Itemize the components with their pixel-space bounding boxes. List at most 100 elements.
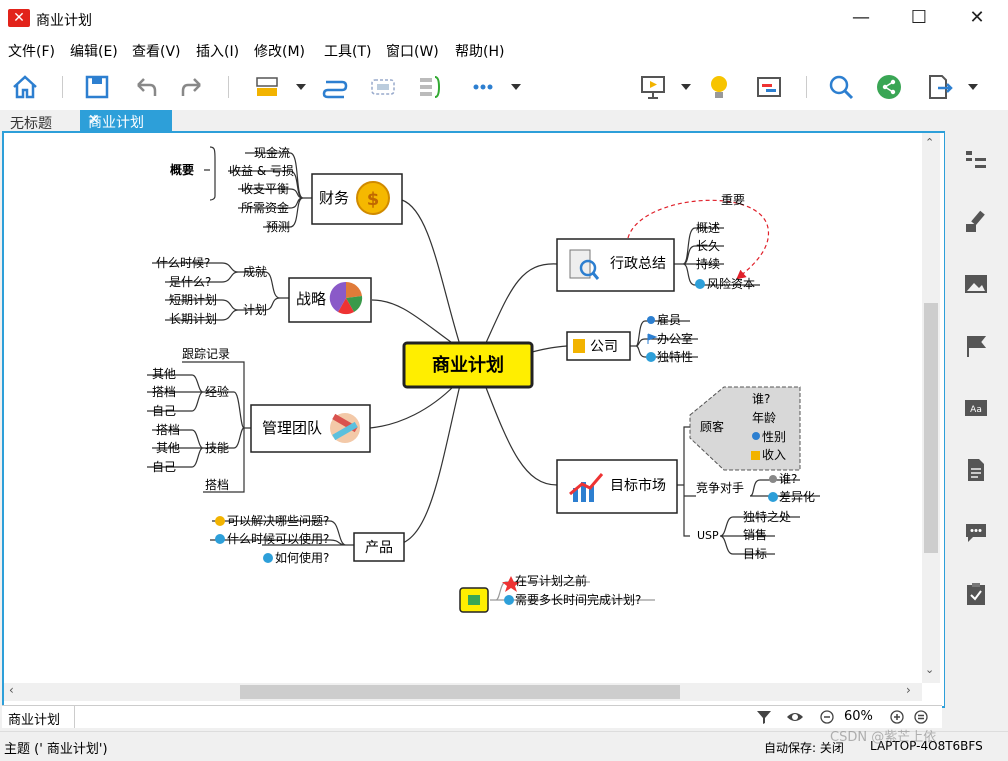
flag-icon[interactable]	[963, 333, 989, 359]
horizontal-scrollbar[interactable]: ‹ ›	[4, 683, 922, 701]
menu-tools[interactable]: 工具(T)	[324, 41, 371, 61]
outline-icon[interactable]	[963, 147, 989, 173]
subtopic: 其他	[152, 367, 176, 381]
vertical-scrollbar[interactable]: ⌃ ⌄	[922, 133, 940, 683]
maximize-button[interactable]: ☐	[890, 0, 948, 36]
minimize-button[interactable]: —	[832, 0, 890, 36]
mindmap-svg[interactable]: 商业计划 财务 $ 战略 管理团队 产品 行政总结 公司 目标市场 现金流 收益…	[4, 133, 922, 683]
image-icon[interactable]	[963, 271, 989, 297]
scroll-down-icon[interactable]: ⌄	[925, 663, 934, 676]
text-style-icon[interactable]: Aa	[963, 395, 989, 421]
xmind-logo-icon: ✕	[8, 9, 30, 27]
menu-help[interactable]: 帮助(H)	[455, 41, 504, 61]
topic-team: 管理团队	[262, 419, 322, 437]
subtopic: 竞争对手	[696, 481, 744, 495]
subtopic: 性别	[762, 430, 786, 444]
scroll-right-icon[interactable]: ›	[906, 683, 911, 697]
subtopic: 什么时候可以使用?	[227, 531, 329, 546]
subtopic: USP	[697, 529, 719, 542]
subtopic: 现金流	[254, 145, 290, 160]
save-icon[interactable]	[82, 72, 112, 102]
tab-business-plan[interactable]: 商业计划 ✕	[80, 110, 172, 132]
subtopic: 短期计划	[169, 293, 217, 307]
chevron-down-icon[interactable]	[968, 84, 978, 90]
subtopic: 搭档	[156, 423, 180, 437]
menu-view[interactable]: 查看(V)	[132, 41, 181, 61]
subtopic: 雇员	[657, 312, 681, 327]
sheet-name[interactable]: 商业计划	[8, 709, 60, 728]
menu-window[interactable]: 窗口(W)	[386, 41, 439, 61]
topic-finance: 财务	[319, 189, 349, 207]
subtopic: 独特之处	[743, 509, 791, 524]
side-panel: Aa	[945, 131, 1008, 731]
subtopic: 搭档	[205, 478, 229, 492]
chevron-down-icon[interactable]	[511, 84, 521, 90]
toolbar-separator	[62, 76, 63, 98]
subtopic: 如何使用?	[275, 550, 329, 565]
subtopic: 差异化	[779, 490, 815, 504]
menu-file[interactable]: 文件(F)	[8, 41, 55, 61]
scroll-left-icon[interactable]: ‹	[9, 683, 14, 697]
scroll-up-icon[interactable]: ⌃	[925, 136, 934, 149]
zoom-in-icon[interactable]	[890, 710, 904, 724]
subtopic: 什么时候?	[156, 256, 210, 270]
home-icon[interactable]	[10, 72, 40, 102]
undo-icon[interactable]	[130, 72, 160, 102]
dollar-sign-icon: $	[367, 189, 380, 210]
title-bar: ✕ 商业计划 — ☐ ✕	[0, 0, 1008, 36]
watermark: CSDN @紫芒上依	[830, 730, 937, 745]
redo-icon[interactable]	[178, 72, 208, 102]
zoom-out-icon[interactable]	[820, 710, 834, 724]
status-bar: 主题 (' 商业计划') 自动保存: 关闭 LAPTOP-4O8T6BFS CS…	[0, 730, 1008, 761]
subtopic: 收益 & 亏损	[229, 164, 294, 178]
filter-icon[interactable]	[756, 709, 772, 725]
presentation-icon[interactable]	[638, 72, 668, 102]
subtopic: 计划	[243, 303, 267, 317]
share-icon[interactable]	[874, 72, 904, 102]
sheet-bar: 商业计划 60%	[2, 705, 942, 728]
more-icon[interactable]	[468, 72, 498, 102]
topic-strategy: 战略	[296, 290, 326, 308]
tab-untitled[interactable]: 无标题	[10, 113, 52, 133]
scroll-thumb[interactable]	[240, 685, 680, 699]
gantt-icon[interactable]	[754, 72, 784, 102]
toolbar-separator	[228, 76, 229, 98]
comment-icon[interactable]	[963, 519, 989, 545]
format-brush-icon[interactable]	[963, 209, 989, 235]
fit-map-icon[interactable]	[914, 710, 928, 724]
task-clipboard-icon[interactable]	[963, 581, 989, 607]
chevron-down-icon[interactable]	[296, 84, 306, 90]
svg-text:Aa: Aa	[970, 405, 982, 415]
scroll-thumb[interactable]	[924, 303, 938, 553]
export-icon[interactable]	[924, 72, 954, 102]
subtopic: 其他	[156, 441, 180, 455]
subtopic: 风险资本	[707, 276, 755, 291]
boundary-icon[interactable]	[368, 72, 398, 102]
menu-edit[interactable]: 编辑(E)	[70, 41, 118, 61]
trophy-icon	[573, 339, 585, 353]
topic-product: 产品	[365, 540, 393, 556]
toolbar	[0, 64, 1008, 110]
relationship-icon[interactable]	[320, 72, 350, 102]
eye-icon[interactable]	[786, 709, 804, 725]
menu-modify[interactable]: 修改(M)	[254, 41, 305, 61]
notes-icon[interactable]	[963, 457, 989, 483]
menu-insert[interactable]: 插入(I)	[196, 41, 239, 61]
subtopic: 谁?	[779, 472, 797, 486]
subtopic: 长期计划	[169, 312, 217, 326]
brainstorm-bulb-icon[interactable]	[704, 72, 734, 102]
summary-icon[interactable]	[416, 72, 446, 102]
central-topic-label: 商业计划	[432, 354, 504, 376]
chevron-down-icon[interactable]	[681, 84, 691, 90]
window-title: 商业计划	[36, 13, 92, 29]
search-icon[interactable]	[826, 72, 856, 102]
hands-together-icon	[330, 413, 360, 443]
zoom-level[interactable]: 60%	[844, 709, 873, 724]
topic-company: 公司	[590, 339, 618, 355]
insert-topic-icon[interactable]	[252, 72, 282, 102]
tab-close-icon[interactable]: ✕	[88, 112, 100, 128]
close-button[interactable]: ✕	[948, 0, 1006, 36]
subtopic: 谁?	[752, 392, 770, 406]
divider	[74, 706, 75, 728]
subtopic: 销售	[743, 527, 767, 542]
